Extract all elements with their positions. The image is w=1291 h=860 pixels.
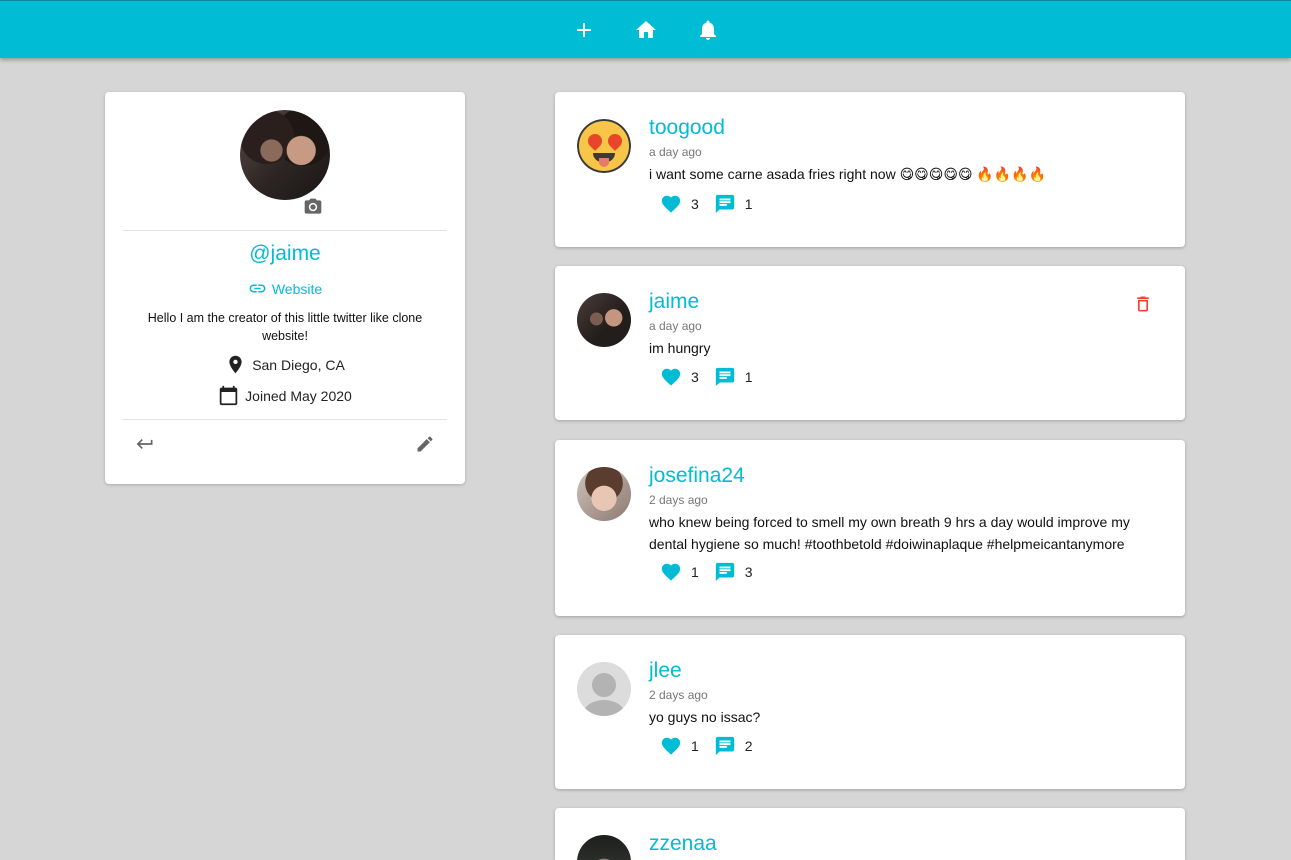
- like-button[interactable]: [659, 365, 683, 389]
- post-stats: 1 3: [659, 560, 767, 584]
- comment-icon: [715, 194, 734, 214]
- post-username[interactable]: jlee: [649, 659, 682, 683]
- post-username[interactable]: zzenaa: [649, 832, 717, 856]
- profile-handle[interactable]: @jaime: [105, 242, 465, 266]
- divider: [123, 230, 447, 231]
- post-card: toogood a day ago i want some carne asad…: [555, 92, 1185, 247]
- location-text: San Diego, CA: [252, 356, 345, 373]
- link-icon: [249, 284, 266, 293]
- logout-button[interactable]: [133, 432, 157, 456]
- camera-icon: [304, 198, 322, 214]
- default-user-icon: [592, 673, 616, 697]
- bell-icon: [699, 20, 716, 40]
- profile-joined: Joined May 2020: [105, 385, 465, 406]
- post-card: jaime a day ago im hungry 3 1: [555, 266, 1185, 420]
- post-card: josefina24 2 days ago who knew being for…: [555, 440, 1185, 616]
- post-timestamp: a day ago: [649, 319, 702, 333]
- edit-icon: [417, 436, 433, 452]
- comment-button[interactable]: [713, 365, 737, 389]
- edit-profile-button[interactable]: [413, 432, 437, 456]
- profile-bio: Hello I am the creator of this little tw…: [147, 311, 423, 343]
- comment-count: 1: [744, 196, 753, 212]
- heart-icon: [661, 737, 681, 755]
- comment-icon: [715, 562, 734, 582]
- comment-icon: [715, 736, 734, 756]
- location-pin-icon: [229, 355, 242, 374]
- post-stats: 3 1: [659, 365, 767, 389]
- notifications-button[interactable]: [690, 12, 726, 48]
- post-card: jlee 2 days ago yo guys no issac? 1 2: [555, 635, 1185, 789]
- avatar[interactable]: [577, 662, 631, 716]
- like-count: 3: [691, 369, 699, 385]
- comment-button[interactable]: [713, 734, 737, 758]
- joined-text: Joined May 2020: [245, 387, 352, 404]
- post-stats: 3 1: [659, 192, 767, 216]
- avatar[interactable]: [577, 293, 631, 347]
- comment-count: 3: [744, 564, 753, 580]
- home-button[interactable]: [628, 12, 664, 48]
- comment-button[interactable]: [713, 192, 737, 216]
- change-photo-button[interactable]: [303, 197, 323, 217]
- like-button[interactable]: [659, 734, 683, 758]
- logout-icon: [136, 439, 153, 449]
- post-username[interactable]: jaime: [649, 290, 699, 314]
- avatar[interactable]: [577, 119, 631, 173]
- like-count: 3: [691, 196, 699, 212]
- post-body: who knew being forced to smell my own br…: [649, 514, 1130, 552]
- comment-icon: [715, 367, 734, 387]
- post-body: i want some carne asada fries right now …: [649, 166, 1047, 182]
- top-navbar: [0, 0, 1291, 58]
- profile-avatar: [240, 110, 330, 200]
- post-timestamp: 2 days ago: [649, 688, 708, 702]
- post-username[interactable]: josefina24: [649, 464, 745, 488]
- like-count: 1: [691, 564, 699, 580]
- like-button[interactable]: [659, 560, 683, 584]
- post-username[interactable]: toogood: [649, 116, 725, 140]
- add-post-button[interactable]: [566, 12, 602, 48]
- post-timestamp: 2 days ago: [649, 493, 708, 507]
- post-timestamp: a day ago: [649, 145, 702, 159]
- comment-count: 1: [744, 369, 753, 385]
- post-body: im hungry: [649, 340, 711, 356]
- post-card: zzenaa: [555, 808, 1185, 860]
- like-button[interactable]: [659, 192, 683, 216]
- plus-icon: [576, 22, 591, 37]
- trash-icon: [1137, 296, 1149, 312]
- delete-post-button[interactable]: [1131, 292, 1155, 316]
- like-count: 1: [691, 738, 699, 754]
- calendar-icon: [219, 385, 238, 406]
- comment-button[interactable]: [713, 560, 737, 584]
- divider: [123, 419, 447, 420]
- heart-icon: [661, 195, 681, 213]
- fire-eyes-emoji-icon: [577, 119, 631, 173]
- avatar[interactable]: [577, 835, 631, 860]
- website-link[interactable]: Website: [105, 279, 465, 298]
- comment-count: 2: [744, 738, 753, 754]
- home-icon: [635, 20, 656, 38]
- heart-icon: [661, 563, 681, 581]
- post-body: yo guys no issac?: [649, 709, 761, 725]
- avatar[interactable]: [577, 467, 631, 521]
- post-stats: 1 2: [659, 734, 767, 758]
- profile-location: San Diego, CA: [105, 354, 465, 375]
- profile-card: @jaime Website Hello I am the creator of…: [105, 92, 465, 484]
- heart-icon: [661, 368, 681, 386]
- website-label: Website: [271, 280, 323, 297]
